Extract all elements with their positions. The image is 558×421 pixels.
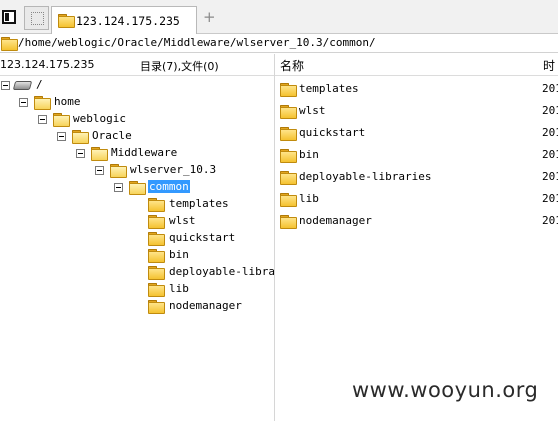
host-label: 123.124.175.235 [0, 58, 95, 71]
tree-node-child[interactable]: bin [169, 248, 189, 261]
tree-node-child[interactable]: lib [169, 282, 189, 295]
collapse-icon[interactable] [38, 115, 47, 124]
list-item-name[interactable]: deployable-libraries [299, 170, 431, 183]
collapse-icon[interactable] [114, 183, 123, 192]
folder-icon [280, 83, 297, 97]
list-item-time: 201 [542, 148, 558, 161]
list-item-name[interactable]: wlst [299, 104, 326, 117]
tab-bar: 123.124.175.235 + [0, 0, 558, 35]
list-item-name[interactable]: lib [299, 192, 319, 205]
tree-node-weblogic[interactable]: weblogic [73, 112, 126, 125]
list-item-time: 201 [542, 214, 558, 227]
tree-node-oracle[interactable]: Oracle [92, 129, 132, 142]
tab-blank-icon[interactable] [24, 6, 49, 30]
list-item-time: 201 [542, 170, 558, 183]
tree-node-child[interactable]: wlst [169, 214, 196, 227]
folder-icon [148, 266, 165, 280]
list-item-time: 201 [542, 192, 558, 205]
tree-node-child[interactable]: nodemanager [169, 299, 242, 312]
folder-icon [148, 215, 165, 229]
list-item-time: 201 [542, 104, 558, 117]
folder-icon [280, 105, 297, 119]
address-bar[interactable]: /home/weblogic/Oracle/Middleware/wlserve… [0, 34, 558, 53]
folder-icon [148, 232, 165, 246]
folder-icon [148, 300, 165, 314]
list-item-name[interactable]: bin [299, 148, 319, 161]
file-list: templates 201 wlst 201 quickstart 201 bi… [275, 77, 558, 421]
collapse-icon[interactable] [57, 132, 66, 141]
folder-icon [58, 14, 75, 28]
folder-icon [129, 181, 146, 195]
collapse-icon[interactable] [76, 149, 85, 158]
tree-node-child[interactable]: templates [169, 197, 229, 210]
tree-node-middleware[interactable]: Middleware [111, 146, 177, 159]
folder-icon [280, 127, 297, 141]
new-tab-button[interactable]: + [203, 8, 216, 26]
tab-title: 123.124.175.235 [76, 14, 180, 28]
list-item-name[interactable]: templates [299, 82, 359, 95]
folder-icon [110, 164, 127, 178]
folder-icon [1, 37, 18, 51]
tab-active[interactable]: 123.124.175.235 [51, 6, 197, 35]
tree-node-root[interactable]: / [36, 78, 43, 91]
folder-tree: / home weblogic Oracle Middleware wlserv… [0, 77, 274, 421]
list-item-name[interactable]: quickstart [299, 126, 365, 139]
tree-node-child[interactable]: deployable-libraries [169, 265, 274, 278]
folder-icon [280, 215, 297, 229]
list-item-time: 201 [542, 82, 558, 95]
list-item-time: 201 [542, 126, 558, 139]
tree-node-home[interactable]: home [54, 95, 81, 108]
folder-icon [148, 249, 165, 263]
tree-node-child[interactable]: quickstart [169, 231, 235, 244]
folder-icon [280, 193, 297, 207]
collapse-icon[interactable] [95, 166, 104, 175]
folder-icon [280, 149, 297, 163]
list-item-name[interactable]: nodemanager [299, 214, 372, 227]
collapse-icon[interactable] [19, 98, 28, 107]
folder-icon [91, 147, 108, 161]
drive-icon [12, 81, 33, 90]
column-time-header[interactable]: 时 [543, 57, 555, 74]
address-path[interactable]: /home/weblogic/Oracle/Middleware/wlserve… [18, 36, 376, 49]
watermark: www.wooyun.org [352, 378, 539, 402]
directory-count: 目录(7),文件(0) [140, 60, 219, 73]
folder-icon [34, 96, 51, 110]
folder-icon [148, 283, 165, 297]
column-name-header[interactable]: 名称 [280, 57, 304, 74]
toggle-view-icon[interactable] [2, 10, 16, 24]
folder-icon [148, 198, 165, 212]
collapse-icon[interactable] [1, 81, 10, 90]
tree-node-common[interactable]: common [148, 180, 190, 193]
column-header: 123.124.175.235 目录(7),文件(0) 名称 时 [0, 54, 558, 76]
folder-icon [53, 113, 70, 127]
tree-node-wlserver[interactable]: wlserver_10.3 [130, 163, 216, 176]
folder-icon [72, 130, 89, 144]
folder-icon [280, 171, 297, 185]
